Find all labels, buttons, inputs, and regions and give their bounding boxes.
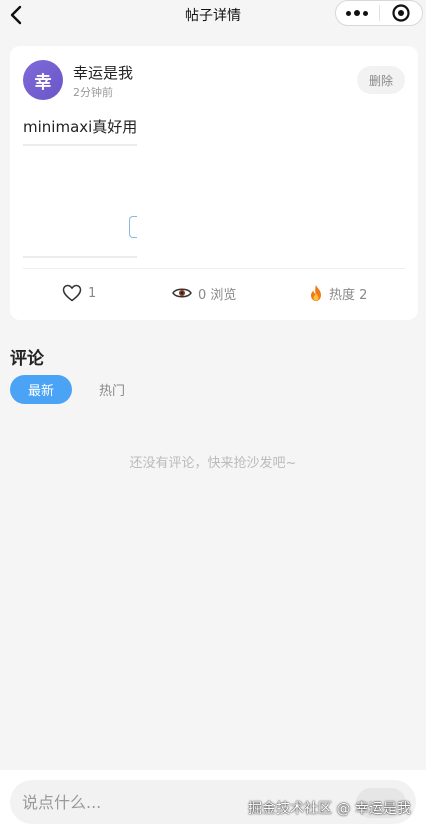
target-circle-icon xyxy=(392,4,410,22)
tab-hot[interactable]: 热门 xyxy=(82,375,142,404)
post-detail-page: 帖子详情 幸 幸运是我 2分钟前 删除 minimaxi真好用 1 0 浏览 热… xyxy=(0,0,426,830)
media-scroll-handle[interactable] xyxy=(129,216,137,238)
like-button[interactable]: 1 xyxy=(62,282,96,304)
avatar[interactable]: 幸 xyxy=(23,60,63,100)
eye-icon xyxy=(172,288,192,298)
author-name[interactable]: 幸运是我 xyxy=(73,62,133,83)
heart-icon xyxy=(62,284,82,302)
heat-stat: 热度 2 xyxy=(309,282,367,304)
close-button[interactable] xyxy=(379,1,422,25)
comments-title: 评论 xyxy=(10,349,44,369)
post-stats: 1 0 浏览 热度 2 xyxy=(10,282,418,304)
watermark: 掘金技术社区 @ 幸运是我 xyxy=(248,801,411,817)
post-content: minimaxi真好用 xyxy=(23,118,138,136)
view-count: 0 浏览 xyxy=(198,287,237,303)
more-dots-icon xyxy=(346,10,369,16)
post-media-preview[interactable] xyxy=(23,144,137,258)
media-top-border xyxy=(23,144,137,146)
card-divider xyxy=(23,268,405,269)
tab-latest[interactable]: 最新 xyxy=(10,375,72,404)
delete-button[interactable]: 删除 xyxy=(357,66,405,94)
fire-icon xyxy=(311,285,321,301)
media-bottom-border xyxy=(23,256,137,258)
post-time: 2分钟前 xyxy=(73,86,113,99)
navbar: 帖子详情 xyxy=(0,0,426,30)
like-count: 1 xyxy=(88,285,97,301)
more-button[interactable] xyxy=(336,1,379,25)
post-card: 幸 幸运是我 2分钟前 删除 minimaxi真好用 1 0 浏览 热度 2 xyxy=(10,46,418,320)
empty-comments-text: 还没有评论，快来抢沙发吧~ xyxy=(129,456,297,471)
mini-program-capsule xyxy=(335,0,423,26)
view-stat: 0 浏览 xyxy=(172,282,236,304)
heat-value: 热度 2 xyxy=(329,287,368,303)
